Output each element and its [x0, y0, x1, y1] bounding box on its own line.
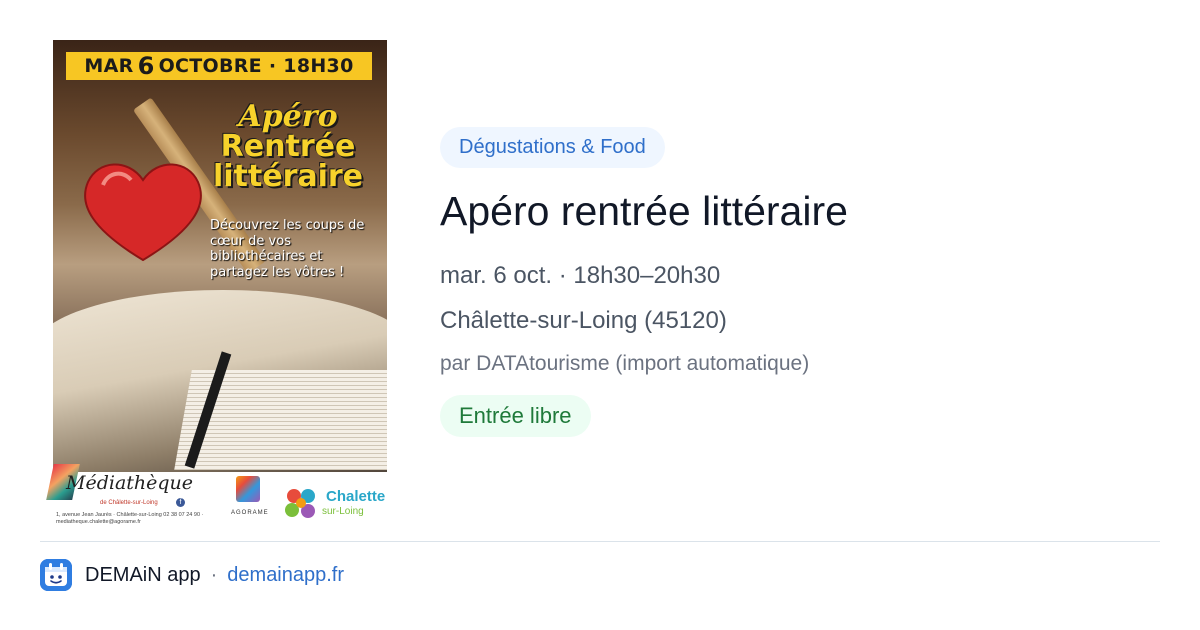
facebook-icon: f — [176, 498, 185, 507]
poster-title: Apéro Rentrée littéraire — [198, 102, 378, 192]
poster-title-line1: Apéro — [238, 99, 338, 134]
event-author: par DATAtourisme (import automatique) — [440, 352, 810, 375]
app-name: DEMAiN app — [85, 563, 201, 586]
heart-icon — [84, 163, 202, 262]
calendar-face-icon — [40, 559, 72, 591]
event-location: Châlette-sur-Loing (45120) — [440, 307, 727, 334]
chalette-flower-icon — [285, 489, 315, 518]
chalette-logo-text: Chalette — [326, 488, 386, 505]
poster-subtitle: Découvrez les coups de cœur de vos bibli… — [210, 218, 365, 280]
site-link[interactable]: demainapp.fr — [227, 564, 344, 587]
poster-title-line3: littéraire — [212, 159, 364, 194]
event-title: Apéro rentrée littéraire — [440, 188, 848, 234]
mediatheque-logo-subtext: de Châlette-sur-Loing — [100, 500, 158, 506]
footer: DEMAiN app · demainapp.fr — [40, 558, 344, 592]
poster-title-line2: Rentrée — [220, 129, 356, 164]
poster-date-suffix: OCTOBRE · 18H30 — [158, 55, 354, 77]
event-datetime: mar. 6 oct. · 18h30–20h30 — [440, 262, 721, 289]
price-badge: Entrée libre — [440, 395, 591, 437]
mediatheque-address: 1, avenue Jean Jaurès · Châlette-sur-Loi… — [56, 512, 204, 525]
footer-divider — [40, 541, 1160, 542]
mediatheque-logo-text: Médiathèque — [66, 472, 194, 494]
poster-date-prefix: MAR — [84, 55, 134, 77]
agorame-cube-icon — [236, 476, 260, 502]
chalette-logo-subtext: sur-Loing — [322, 506, 364, 517]
event-poster-image: MAR 6 OCTOBRE · 18H30 Apéro Rentrée litt… — [53, 40, 387, 472]
footer-separator: · — [210, 563, 218, 586]
poster-date-banner: MAR 6 OCTOBRE · 18H30 — [66, 52, 372, 80]
agorame-logo: AGORAME — [231, 468, 269, 524]
agorame-logo-text: AGORAME — [231, 510, 269, 516]
demain-app-icon — [40, 559, 72, 591]
poster-date-day: 6 — [137, 52, 155, 80]
poster-logos: Médiathèque de Châlette-sur-Loing f 1, a… — [46, 458, 393, 530]
chalette-logo: Chalette sur-Loing — [282, 486, 392, 522]
category-badge[interactable]: Dégustations & Food — [440, 127, 665, 168]
mediatheque-logo: Médiathèque de Châlette-sur-Loing f 1, a… — [46, 460, 203, 528]
